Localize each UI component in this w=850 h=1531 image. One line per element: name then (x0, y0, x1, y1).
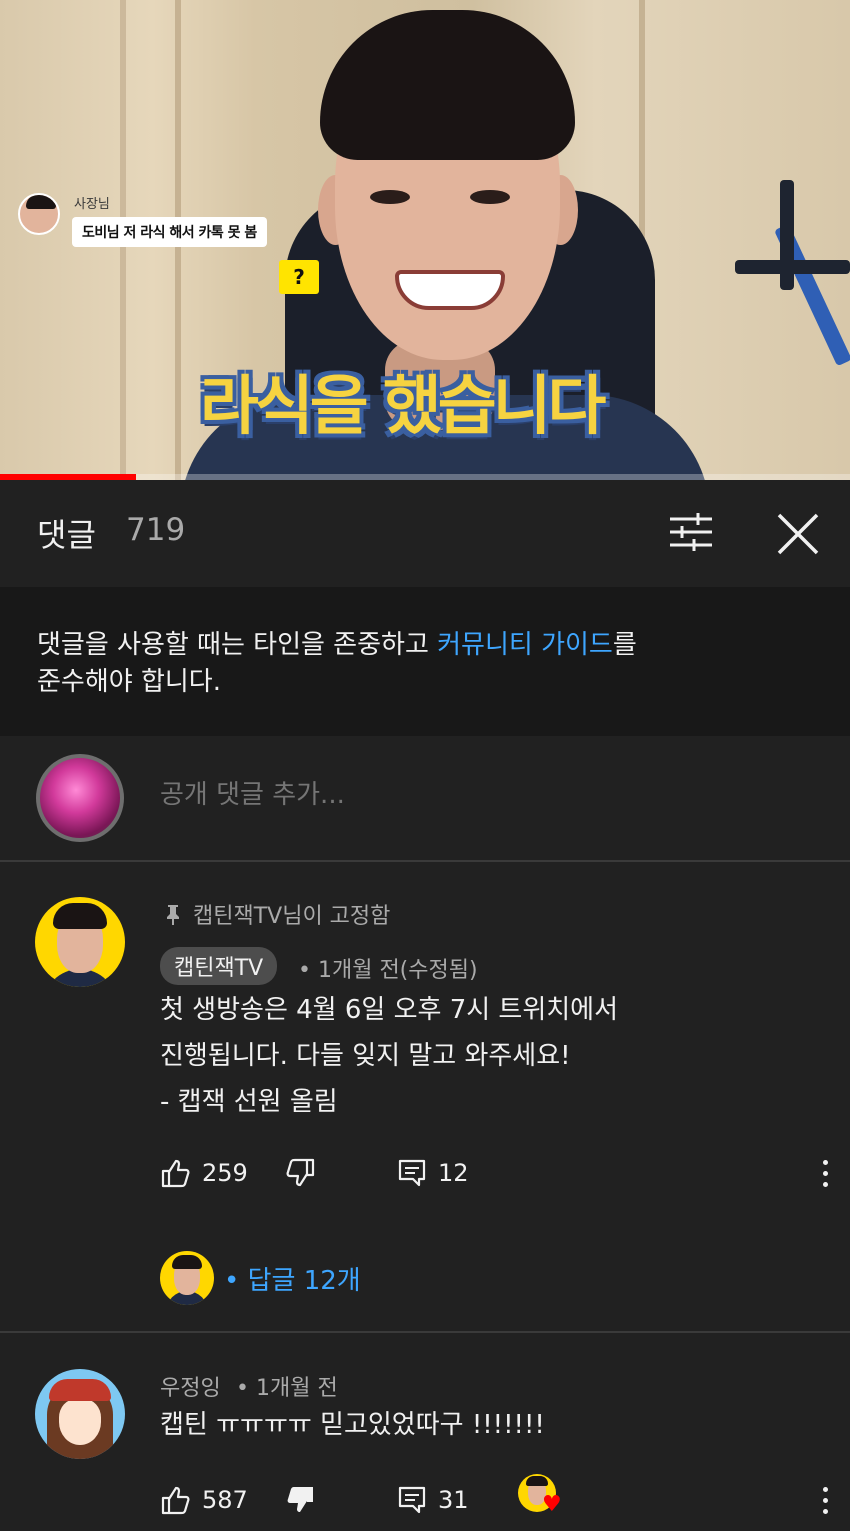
video-player[interactable]: 사장님 도비님 저 라식 해서 카톡 못 봄 ? 라식을 했습니다 (0, 0, 850, 480)
more-options-icon[interactable] (820, 1484, 830, 1516)
person-eye-left (370, 190, 410, 204)
reply-count: 12 (438, 1159, 469, 1187)
reply-icon (398, 1486, 426, 1514)
overlay-chat-name: 사장님 (74, 197, 110, 212)
more-options-icon[interactable] (820, 1157, 830, 1189)
commenter-avatar[interactable] (35, 1369, 125, 1459)
my-avatar (36, 754, 124, 842)
commenter-avatar[interactable] (35, 897, 125, 987)
divider (0, 1331, 850, 1333)
comment-author-chip[interactable]: 캡틴잭TV (160, 947, 278, 985)
creator-heart-badge: ♥ (518, 1474, 562, 1518)
person-eye-right (470, 190, 510, 204)
reply-button[interactable]: 12 (396, 1153, 469, 1193)
divider (0, 860, 850, 862)
comment-time: • 1개월 전(수정됨) (298, 958, 478, 983)
thumbs-up-icon (161, 1486, 190, 1515)
thumbs-down-filled-icon (287, 1487, 313, 1512)
thumbs-down-icon (286, 1158, 315, 1187)
comment-time: • 1개월 전 (236, 1376, 338, 1401)
comments-title: 댓글 (37, 516, 96, 554)
like-button[interactable]: 259 (160, 1153, 248, 1193)
community-notice: 댓글을 사용할 때는 타인을 존중하고 커뮤니티 가이드를 준수해야 합니다. (0, 587, 850, 736)
add-comment-row (0, 736, 850, 861)
comment-actions: 587 31 ♥ (160, 1474, 830, 1520)
view-replies-link[interactable]: • 답글 12개 (224, 1260, 361, 1297)
notice-text: 댓글을 사용할 때는 타인을 존중하고 커뮤니티 가이드를 준수해야 합니다. (37, 627, 797, 701)
question-badge: ? (279, 260, 319, 294)
comment-actions: 259 12 (160, 1153, 830, 1193)
reply-count: 31 (438, 1486, 469, 1514)
overlay-chat-avatar (18, 193, 60, 235)
comment-author[interactable]: 우정잉 (160, 1370, 221, 1402)
close-icon[interactable] (776, 512, 820, 556)
heart-icon: ♥ (542, 1492, 562, 1517)
like-count: 259 (202, 1159, 248, 1187)
reply-icon (398, 1159, 426, 1187)
notice-text-start: 댓글을 사용할 때는 타인을 존중하고 (37, 630, 438, 660)
thumbs-up-icon (161, 1159, 190, 1188)
community-guidelines-link[interactable]: 커뮤니티 가이드 (437, 630, 613, 660)
dislike-button[interactable] (284, 1153, 326, 1193)
pin-icon (167, 905, 179, 925)
creator-reply-avatar (160, 1251, 214, 1305)
like-count: 587 (202, 1486, 248, 1514)
comments-count: 719 (126, 512, 186, 548)
pinned-text: 캡틴잭TV님이 고정함 (193, 904, 391, 929)
sort-filter-icon[interactable] (668, 512, 714, 552)
reply-button[interactable]: 31 (396, 1480, 469, 1520)
overlay-chat-message: 도비님 저 라식 해서 카톡 못 봄 (72, 217, 267, 247)
comments-header: 댓글 719 (0, 480, 850, 587)
pinned-label: 캡틴잭TV님이 고정함 (165, 898, 390, 930)
person-smile (395, 270, 505, 310)
add-comment-input[interactable] (160, 780, 800, 810)
like-button[interactable]: 587 (160, 1480, 248, 1520)
comment-body: 캡틴 ㅠㅠㅠㅠ 믿고있었따구 !!!!!!! (160, 1410, 545, 1440)
dislike-button[interactable] (284, 1480, 326, 1520)
background-equipment (735, 180, 850, 367)
comment-body: 첫 생방송은 4월 6일 오후 7시 트위치에서 진행됩니다. 다들 잊지 말고… (160, 995, 619, 1117)
video-caption: 라식을 했습니다 (200, 370, 606, 444)
view-replies-row[interactable]: • 답글 12개 (160, 1250, 361, 1306)
